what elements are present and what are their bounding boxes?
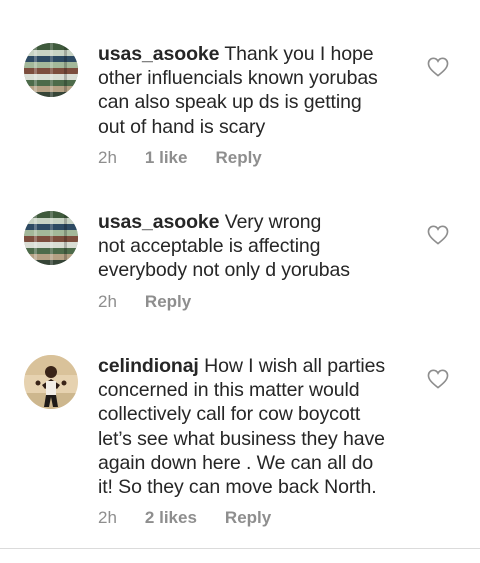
comment-username[interactable]: celindionaj bbox=[98, 355, 199, 377]
avatar[interactable] bbox=[24, 43, 78, 97]
comment-text-line: Very wrong bbox=[224, 211, 322, 233]
avatar[interactable] bbox=[24, 211, 78, 265]
comment-timestamp: 2h bbox=[98, 148, 117, 167]
comment-username[interactable]: usas_asooke bbox=[98, 43, 220, 65]
comment-meta: 2h Reply bbox=[98, 292, 191, 312]
comment-text-line: collectively call for cow boycott bbox=[98, 403, 361, 426]
divider bbox=[0, 548, 480, 549]
reply-button[interactable]: Reply bbox=[215, 148, 261, 168]
comment-meta: 2h 2 likes Reply bbox=[98, 508, 271, 528]
comment-like-count[interactable]: 2 likes bbox=[145, 508, 197, 528]
comment-text-line: out of hand is scary bbox=[98, 115, 266, 138]
comment-text-line: everybody not only d yorubas bbox=[98, 259, 350, 282]
comment-text-line: other influencials known yorubas bbox=[98, 67, 378, 90]
comment-text-line: concerned in this matter would bbox=[98, 379, 360, 402]
reply-button[interactable]: Reply bbox=[225, 508, 271, 528]
comment-text-line: it! So they can move back North. bbox=[98, 476, 377, 499]
comment-text-line: Thank you I hope bbox=[224, 43, 374, 65]
heart-outline-icon[interactable] bbox=[427, 225, 449, 245]
reply-button[interactable]: Reply bbox=[145, 292, 191, 312]
comment-text: celindionaj How I wish all parties conce… bbox=[98, 354, 418, 499]
comment-timestamp: 2h bbox=[98, 292, 117, 311]
fabric-avatar-image bbox=[24, 43, 78, 97]
avatar[interactable] bbox=[24, 355, 78, 409]
fabric-avatar-image bbox=[24, 211, 78, 265]
comment-text-line: How I wish all parties bbox=[204, 355, 386, 377]
comment-text: usas_asooke Thank you I hope other influ… bbox=[98, 42, 418, 139]
heart-outline-icon[interactable] bbox=[427, 369, 449, 389]
heart-outline-icon[interactable] bbox=[427, 57, 449, 77]
comment-text-line: again down here . We can all do bbox=[98, 451, 374, 474]
comment-text: usas_asooke Very wrong not acceptable is… bbox=[98, 210, 418, 283]
comment-text-line: can also speak up ds is getting bbox=[98, 91, 362, 114]
comment-text-line: not acceptable is affecting bbox=[98, 235, 321, 258]
comment-timestamp: 2h bbox=[98, 508, 117, 527]
comment-username[interactable]: usas_asooke bbox=[98, 211, 220, 233]
comment-meta: 2h 1 like Reply bbox=[98, 148, 262, 168]
comment-like-count[interactable]: 1 like bbox=[145, 148, 188, 168]
person-avatar-image bbox=[24, 355, 78, 409]
comment-text-line: let’s see what business they have bbox=[98, 427, 385, 450]
